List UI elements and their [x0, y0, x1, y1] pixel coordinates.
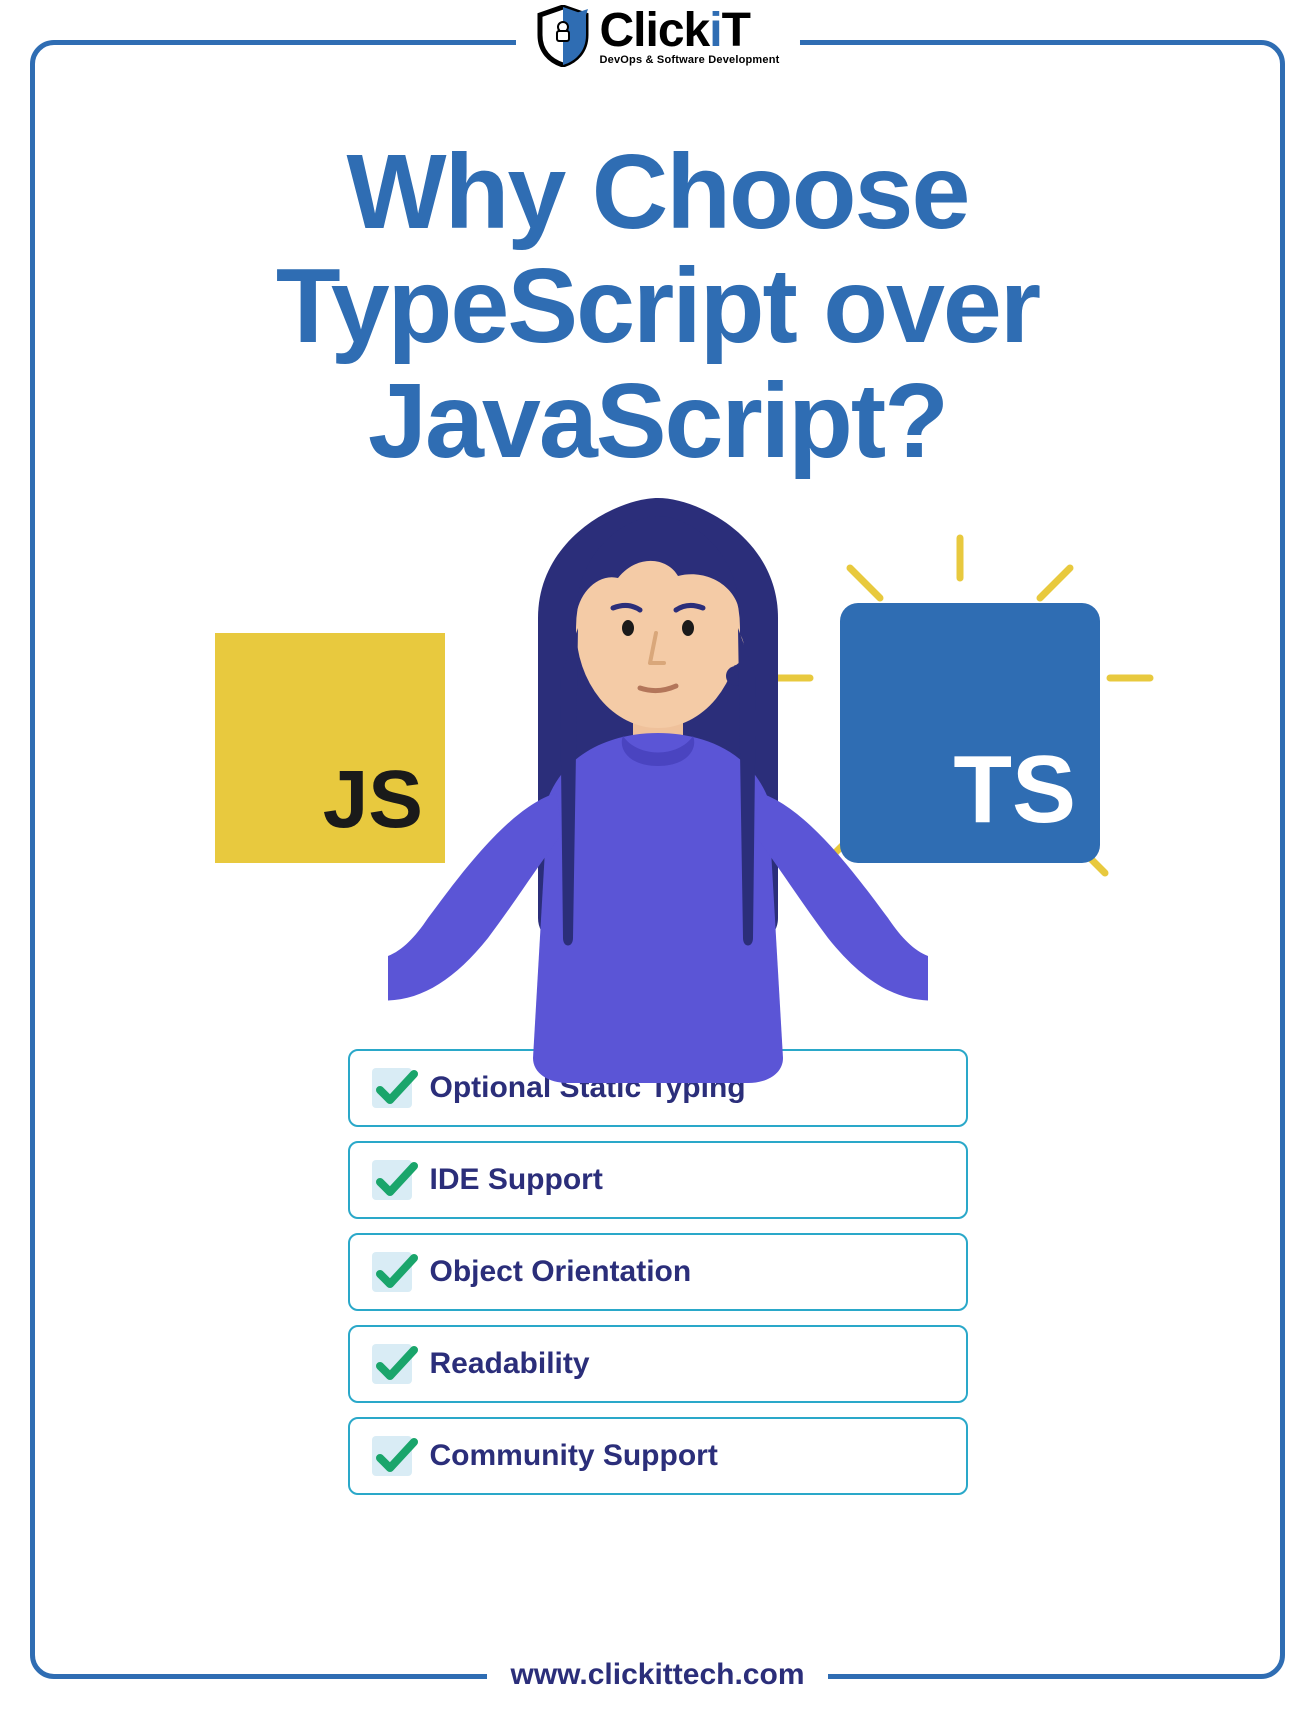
list-item-label: Readability	[430, 1347, 590, 1381]
list-item-label: Community Support	[430, 1439, 718, 1473]
shield-icon	[535, 5, 589, 67]
list-item: Community Support	[348, 1417, 968, 1495]
logo-text-post: T	[722, 7, 750, 55]
check-icon	[372, 1344, 412, 1384]
ts-logo-label: TS	[953, 735, 1076, 845]
person-icon	[388, 498, 928, 1088]
check-icon	[372, 1252, 412, 1292]
logo-text-pre: Click	[599, 7, 709, 55]
website-url: www.clickittech.com	[487, 1658, 829, 1692]
list-item: Object Orientation	[348, 1233, 968, 1311]
list-item-label: IDE Support	[430, 1163, 603, 1197]
check-icon	[372, 1436, 412, 1476]
poster-frame: ClickiT DevOps & Software Development Wh…	[30, 40, 1285, 1679]
list-item: Readability	[348, 1325, 968, 1403]
check-icon	[372, 1068, 412, 1108]
logo-text-i: i	[709, 7, 721, 55]
check-icon	[372, 1160, 412, 1200]
illustration: JS TS	[95, 498, 1220, 1073]
list-item-label: Object Orientation	[430, 1255, 692, 1289]
feature-list: Optional Static Typing IDE Support Objec…	[95, 1049, 1220, 1495]
brand-logo: ClickiT DevOps & Software Development	[515, 5, 799, 67]
logo-tagline: DevOps & Software Development	[599, 55, 779, 66]
list-item: IDE Support	[348, 1141, 968, 1219]
main-title: Why Choose TypeScript over JavaScript?	[95, 135, 1220, 478]
